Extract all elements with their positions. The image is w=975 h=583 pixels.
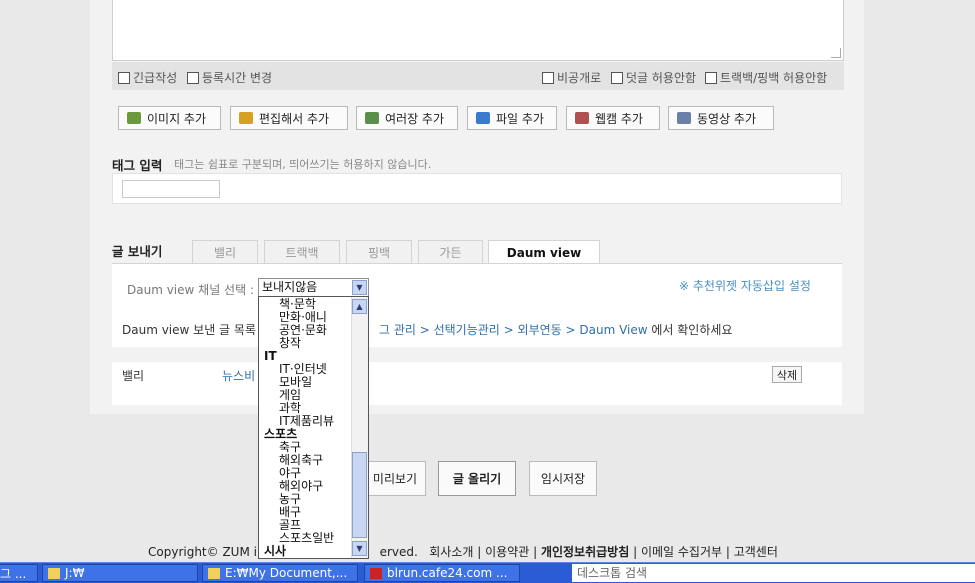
- add-image-button[interactable]: 이미지 추가: [118, 106, 221, 130]
- checkbox-box[interactable]: [705, 71, 717, 84]
- valley-row-link[interactable]: 뉴스비: [222, 367, 255, 384]
- add-webcam-button[interactable]: 웹캠 추가: [566, 106, 660, 130]
- dropdown-group-label: 스포츠: [264, 427, 298, 441]
- add-multiple-images-button[interactable]: 여러장 추가: [356, 106, 458, 130]
- taskbar-item[interactable]: E:₩My Document,...: [202, 564, 358, 582]
- dropdown-scrollbar[interactable]: ▲ ▼: [351, 297, 368, 558]
- tag-area: [112, 173, 842, 204]
- editor-textarea[interactable]: [112, 0, 844, 61]
- tab-garden[interactable]: 가든: [418, 240, 483, 264]
- folder-icon: [48, 567, 60, 579]
- daum-info-text: Daum view 보낸 글 목록 그 관리 > 선택기능관리 > 외부연동 > …: [122, 323, 733, 337]
- tag-input[interactable]: [122, 180, 220, 198]
- settings-path-link[interactable]: 그 관리 > 선택기능관리 > 외부연동 > Daum View: [379, 323, 648, 337]
- channel-dropdown-list[interactable]: 책·문학 만화·애니 공연·문화 창작 IT IT·인터넷 모바일 게임 과학 IT제품리뷰 스포츠…: [258, 296, 369, 559]
- delete-button[interactable]: 삭제: [772, 366, 802, 383]
- taskbar-item[interactable]: 그 ...: [0, 564, 38, 582]
- tag-help-text: 태그는 쉼표로 구분되며, 띄어쓰기는 허용하지 않습니다.: [174, 158, 432, 171]
- publish-button[interactable]: 글 올리기: [438, 461, 516, 496]
- taskbar: 그 ... J:₩ E:₩My Document,... blrun.cafe2…: [0, 562, 975, 583]
- tab-valley[interactable]: 밸리: [192, 240, 258, 264]
- tab-pingback[interactable]: 핑백: [346, 240, 412, 264]
- footer: Copyright© ZUM in erved. 회사소개 | 이용약관 | 개인…: [148, 545, 778, 559]
- chevron-down-icon[interactable]: ▼: [352, 280, 367, 295]
- desktop-search-input[interactable]: 데스크톱 검색: [572, 564, 975, 582]
- add-video-button[interactable]: 동영상 추가: [668, 106, 774, 130]
- add-file-button[interactable]: 파일 추가: [467, 106, 557, 130]
- file-icon: [476, 112, 490, 124]
- video-icon: [677, 112, 691, 124]
- preview-button[interactable]: 미리보기: [360, 461, 426, 496]
- valley-row-label: 밸리: [122, 369, 145, 383]
- edit-add-image-button[interactable]: 편집해서 추가: [230, 106, 348, 130]
- footer-link-email-refusal[interactable]: 이메일 수집거부: [641, 545, 722, 559]
- checkbox-box[interactable]: [611, 71, 623, 84]
- send-section-title: 글 보내기: [112, 244, 163, 259]
- no-comment-checkbox[interactable]: 덧글 허용안함: [611, 69, 696, 86]
- channel-selected-value: 보내지않음: [262, 280, 318, 294]
- folder-icon: [208, 567, 220, 579]
- image-icon: [127, 112, 141, 124]
- urgent-checkbox[interactable]: 긴급작성: [118, 69, 177, 86]
- checkbox-box[interactable]: [187, 71, 199, 84]
- multi-image-icon: [365, 112, 379, 124]
- recommend-widget-link[interactable]: ※ 추천위젯 자동삽입 설정: [679, 277, 811, 294]
- scroll-thumb[interactable]: [352, 452, 367, 538]
- footer-link-privacy[interactable]: 개인정보취급방침: [541, 545, 629, 559]
- edit-image-icon: [239, 112, 253, 124]
- save-draft-button[interactable]: 임시저장: [529, 461, 597, 496]
- no-trackback-checkbox[interactable]: 트랙백/핑백 허용안함: [705, 69, 827, 86]
- resize-grip-icon[interactable]: [831, 48, 841, 58]
- tag-section-title: 태그 입력: [112, 158, 163, 173]
- change-time-checkbox[interactable]: 등록시간 변경: [187, 69, 272, 86]
- footer-link-about[interactable]: 회사소개: [429, 545, 473, 559]
- checkbox-box[interactable]: [118, 71, 130, 84]
- footer-link-support[interactable]: 고객센터: [734, 545, 778, 559]
- taskbar-item[interactable]: blrun.cafe24.com ...: [364, 564, 520, 582]
- filezilla-icon: [370, 567, 382, 579]
- footer-link-terms[interactable]: 이용약관: [485, 545, 529, 559]
- tab-daum-view[interactable]: Daum view: [488, 240, 600, 265]
- dropdown-group-label: 시사: [264, 544, 287, 558]
- scroll-down-icon[interactable]: ▼: [352, 541, 367, 556]
- channel-select[interactable]: 보내지않음 ▼: [258, 278, 369, 297]
- checkbox-box[interactable]: [542, 71, 554, 84]
- taskbar-item[interactable]: J:₩: [42, 564, 198, 582]
- scroll-up-icon[interactable]: ▲: [352, 299, 367, 314]
- private-checkbox[interactable]: 비공개로: [542, 69, 601, 86]
- tab-trackback[interactable]: 트랙백: [264, 240, 340, 264]
- channel-select-label: Daum view 채널 선택 :: [127, 283, 254, 297]
- webcam-icon: [575, 112, 589, 124]
